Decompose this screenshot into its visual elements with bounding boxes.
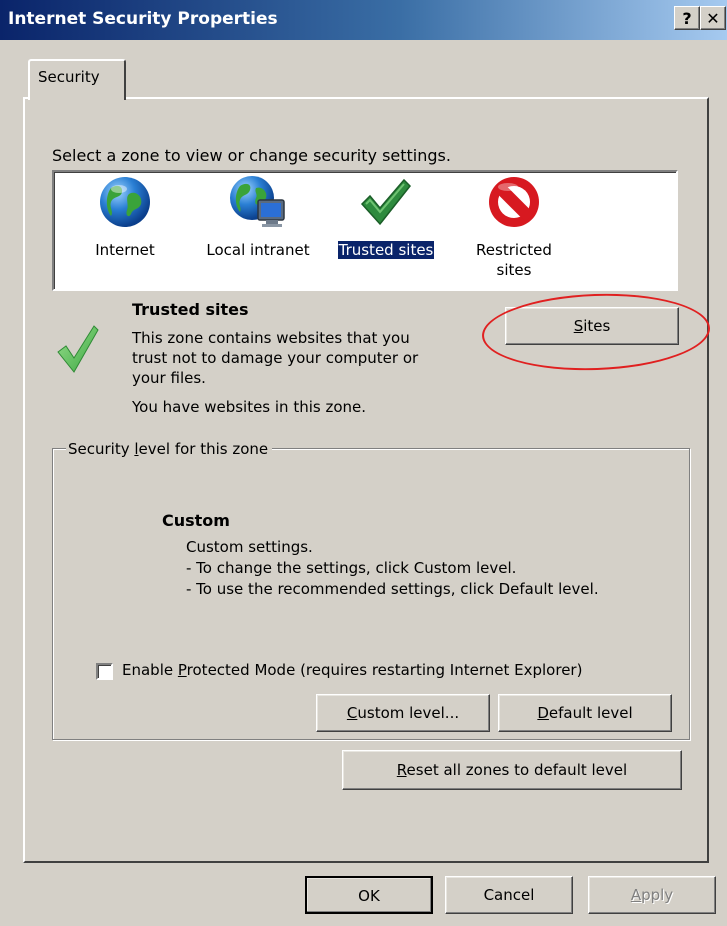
reset-accel: R (396, 761, 407, 779)
custom-accel: C (346, 704, 358, 722)
custom-level-button[interactable]: Custom level... (316, 694, 490, 732)
pm-pre: Enable (122, 661, 178, 679)
level-desc-line1: Custom settings. (186, 538, 313, 556)
globe-icon (100, 177, 150, 227)
sites-accel: S (573, 317, 584, 335)
zone-list[interactable]: Internet Local intranet Trusted sites Re… (52, 170, 678, 291)
help-button[interactable]: ? (674, 6, 700, 30)
zone-trusted-sites[interactable]: Trusted sites (324, 174, 448, 260)
ok-label: OK (358, 887, 380, 905)
zone-desc-line1: This zone contains websites that you (132, 329, 410, 347)
default-level-button[interactable]: Default level (498, 694, 672, 732)
close-button[interactable]: ✕ (700, 6, 726, 30)
apply-label: pply (641, 886, 674, 904)
cancel-label: Cancel (483, 886, 535, 904)
sites-label: ites (583, 317, 611, 335)
level-description: Custom settings. - To change the setting… (186, 537, 599, 600)
legend-rest: evel for this zone (138, 440, 269, 458)
zone-restricted-label-line1: Restricted (476, 241, 552, 259)
apply-button[interactable]: Apply (588, 876, 716, 914)
zone-detail-title: Trusted sites (132, 300, 249, 319)
zone-status: You have websites in this zone. (132, 398, 367, 416)
apply-accel: A (630, 886, 642, 904)
sites-button[interactable]: Sites (505, 307, 679, 345)
level-desc-line2: - To change the settings, click Custom l… (186, 559, 517, 577)
custom-label: ustom level... (357, 704, 460, 722)
protected-mode-label[interactable]: Enable Protected Mode (requires restarti… (122, 661, 582, 679)
trusted-check-icon (57, 325, 99, 373)
zone-restricted-label-line2: sites (496, 261, 532, 279)
zone-detail-description: This zone contains websites that you tru… (132, 328, 472, 388)
tab-security-label: Security (38, 68, 100, 86)
level-desc-line3: - To use the recommended settings, click… (186, 580, 599, 598)
close-icon: ✕ (706, 9, 720, 28)
security-level-legend: Security level for this zone (66, 440, 273, 458)
pm-accel: P (177, 661, 187, 679)
pm-rest: rotected Mode (requires restarting Inter… (186, 661, 583, 679)
reset-label: eset all zones to default level (406, 761, 628, 779)
help-icon: ? (682, 9, 692, 28)
zone-local-intranet-label: Local intranet (206, 241, 310, 259)
zone-trusted-sites-label: Trusted sites (336, 240, 436, 260)
intranet-globe-computer-icon (230, 176, 285, 227)
zone-internet-label: Internet (95, 241, 155, 259)
default-accel: D (537, 704, 549, 722)
zone-restricted-sites[interactable]: Restricted sites (454, 174, 574, 280)
title-bar[interactable]: Internet Security Properties ? ✕ (0, 0, 727, 40)
zones-prompt: Select a zone to view or change security… (52, 146, 451, 165)
window-title: Internet Security Properties (8, 9, 278, 29)
reset-all-zones-button[interactable]: Reset all zones to default level (342, 750, 682, 790)
zone-local-intranet[interactable]: Local intranet (194, 174, 322, 260)
cancel-button[interactable]: Cancel (445, 876, 573, 914)
tab-security[interactable]: Security (28, 59, 126, 100)
legend-pre: Security (68, 440, 135, 458)
default-label: efault level (548, 704, 633, 722)
level-name: Custom (162, 511, 230, 530)
green-check-icon (360, 178, 412, 226)
zone-desc-line3: your files. (132, 369, 206, 387)
protected-mode-checkbox[interactable] (96, 663, 113, 680)
no-entry-icon (489, 177, 539, 227)
zone-internet[interactable]: Internet (80, 174, 170, 260)
zone-desc-line2: trust not to damage your computer or (132, 349, 419, 367)
ok-button[interactable]: OK (305, 876, 433, 914)
